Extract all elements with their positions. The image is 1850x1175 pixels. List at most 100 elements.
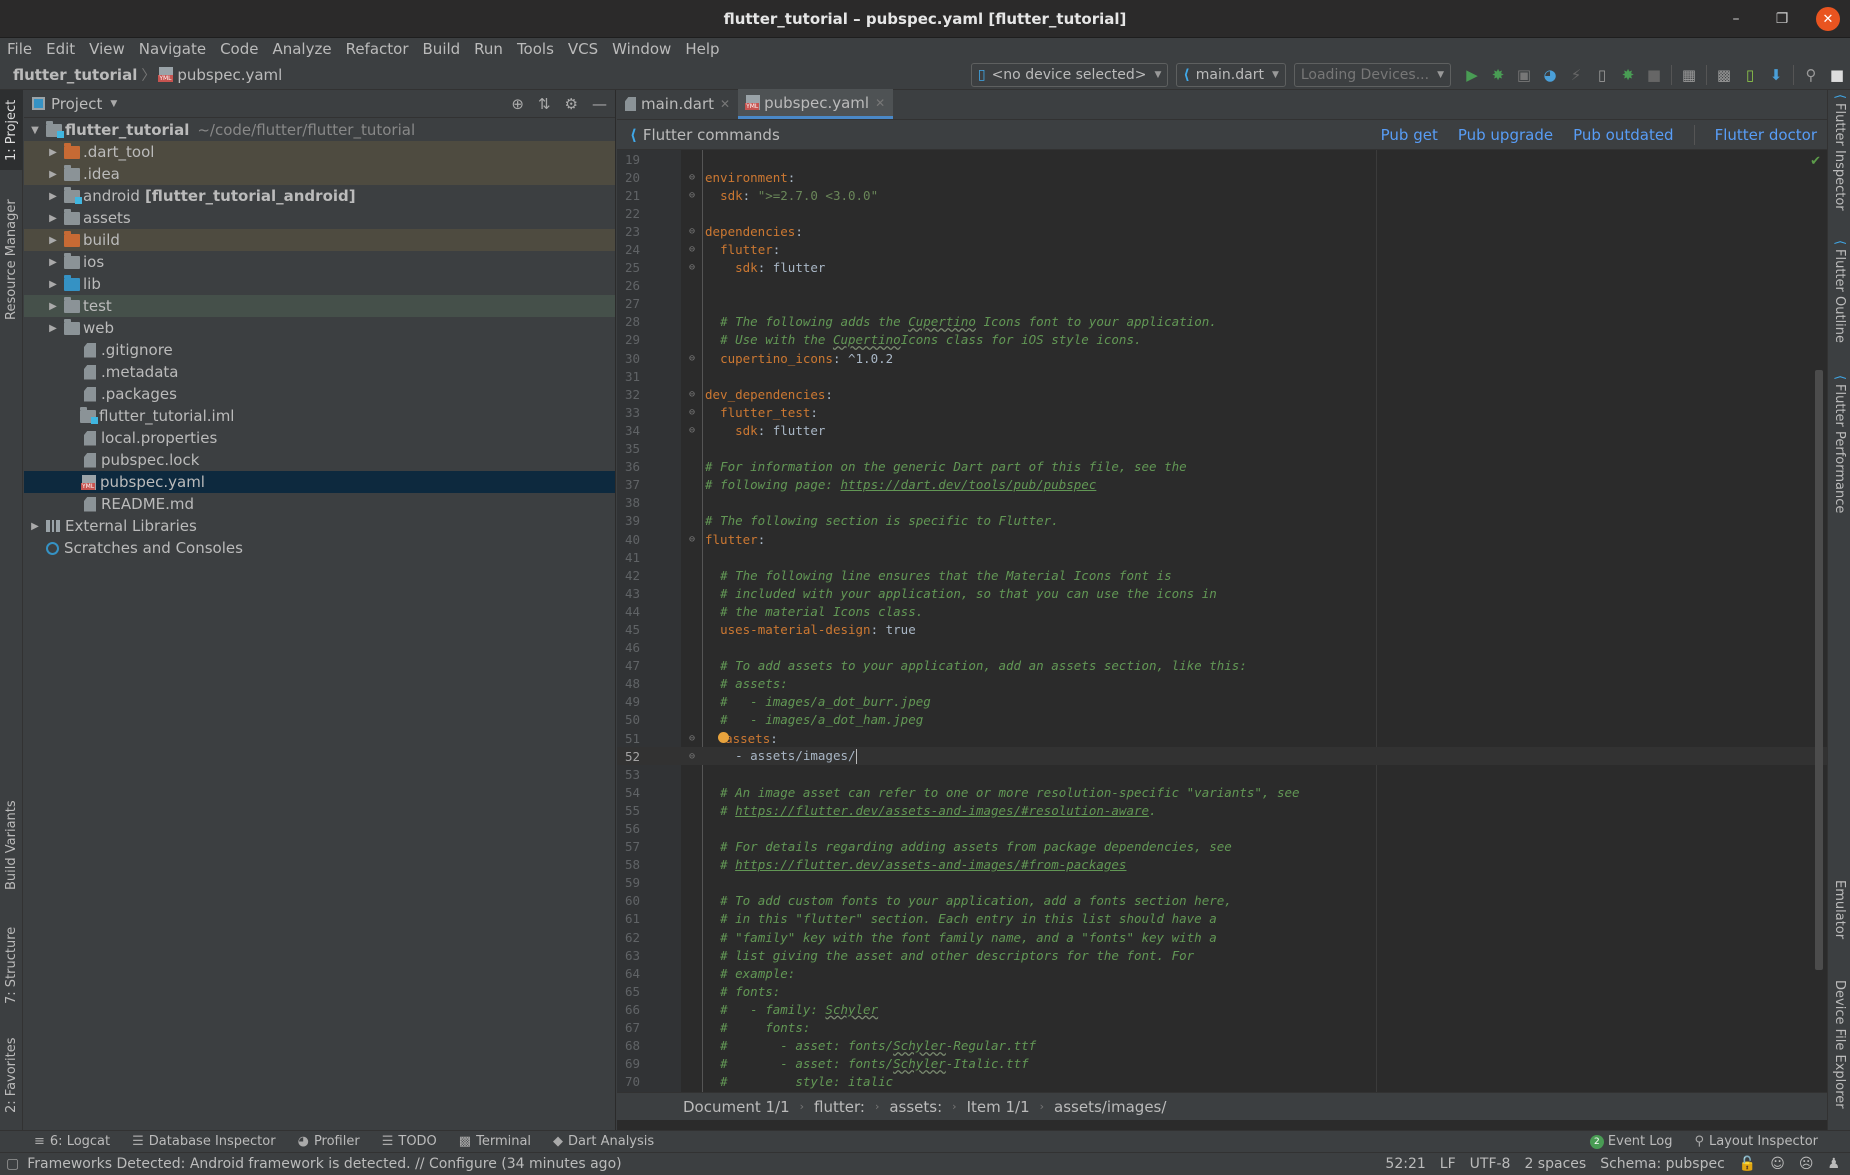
- project-structure-icon[interactable]: ▦: [1676, 63, 1702, 87]
- tree-item[interactable]: .gitignore: [24, 339, 615, 361]
- json-schema[interactable]: Schema: pubspec: [1600, 1156, 1725, 1172]
- close-icon[interactable]: ✕: [1816, 7, 1840, 31]
- editor-crumb[interactable]: Item 1/1: [967, 1098, 1030, 1116]
- menu-analyze[interactable]: Analyze: [272, 40, 331, 58]
- fold-start-icon[interactable]: ⊖: [681, 534, 703, 545]
- tree-item[interactable]: local.properties: [24, 427, 615, 449]
- code-line[interactable]: 30 ⊖ cupertino_icons: ^1.0.2: [617, 349, 1827, 367]
- code-line[interactable]: 41: [617, 548, 1827, 566]
- menu-window[interactable]: Window: [612, 40, 671, 58]
- pub-upgrade-link[interactable]: Pub upgrade: [1458, 126, 1553, 144]
- device-manager-icon[interactable]: ▯: [1737, 63, 1763, 87]
- run-icon[interactable]: ▶: [1459, 63, 1485, 87]
- tool-layout-inspector[interactable]: ⚲ Layout Inspector: [1695, 1134, 1819, 1149]
- collapse-arrow-icon[interactable]: ▶: [46, 191, 60, 202]
- editor-crumb[interactable]: Document 1/1: [683, 1098, 790, 1116]
- tree-external-libraries[interactable]: ▶ External Libraries: [24, 515, 615, 537]
- tree-item[interactable]: ▶ .dart_tool: [24, 141, 615, 163]
- tool-tab-flutter-outline[interactable]: ⟨ Flutter Outline: [1828, 240, 1850, 360]
- fold-start-icon[interactable]: ⊖: [681, 389, 703, 400]
- tool-tab-flutter-inspector[interactable]: ⟨ Flutter Inspector: [1828, 94, 1850, 224]
- collapse-arrow-icon[interactable]: ▶: [46, 213, 60, 224]
- menu-code[interactable]: Code: [220, 40, 258, 58]
- code-line[interactable]: 67 # fonts:: [617, 1019, 1827, 1037]
- editor-crumb[interactable]: flutter:: [814, 1098, 865, 1116]
- debug-attach-icon[interactable]: ✸: [1615, 63, 1641, 87]
- code-line[interactable]: 28 # The following adds the Cupertino Ic…: [617, 313, 1827, 331]
- code-line[interactable]: 38: [617, 494, 1827, 512]
- toggle-tool-windows-icon[interactable]: ▢: [6, 1156, 19, 1172]
- code-line[interactable]: 44 # the material Icons class.: [617, 602, 1827, 620]
- code-line[interactable]: 69 # - asset: fonts/Schyler-Italic.ttf: [617, 1055, 1827, 1073]
- code-line[interactable]: 47 # To add assets to your application, …: [617, 657, 1827, 675]
- collapse-arrow-icon[interactable]: ▶: [46, 279, 60, 290]
- breadcrumb-project[interactable]: flutter_tutorial: [13, 66, 137, 84]
- attach-debugger-icon[interactable]: ▯: [1589, 63, 1615, 87]
- minimize-icon[interactable]: –: [1724, 7, 1748, 31]
- code-line[interactable]: 19: [617, 150, 1827, 168]
- gear-icon[interactable]: ⚙: [565, 95, 578, 113]
- caret-position[interactable]: 52:21: [1385, 1156, 1425, 1172]
- menu-tools[interactable]: Tools: [517, 40, 554, 58]
- tool-tab-favorites[interactable]: 2: Favorites: [0, 1030, 23, 1120]
- code-line[interactable]: 23 ⊖ dependencies:: [617, 222, 1827, 240]
- code-line[interactable]: 59: [617, 874, 1827, 892]
- code-line[interactable]: 51 ⊖ assets:: [617, 729, 1827, 747]
- tool-database-inspector[interactable]: ☰ Database Inspector: [132, 1134, 275, 1149]
- code-line[interactable]: 21 ⊖ sdk: ">=2.7.0 <3.0.0": [617, 186, 1827, 204]
- code-line[interactable]: 33 ⊖ flutter_test:: [617, 403, 1827, 421]
- hot-reload-icon[interactable]: ⚡: [1563, 63, 1589, 87]
- code-line[interactable]: 66 # - family: Schyler: [617, 1000, 1827, 1018]
- code-line[interactable]: 39 # The following section is specific to…: [617, 512, 1827, 530]
- restore-icon[interactable]: ❐: [1770, 7, 1794, 31]
- devices-selector[interactable]: Loading Devices... ▼: [1293, 63, 1451, 87]
- pub-outdated-link[interactable]: Pub outdated: [1573, 126, 1674, 144]
- tool-tab-emulator[interactable]: Emulator: [1828, 880, 1850, 970]
- project-view-selector[interactable]: Project: [51, 95, 102, 113]
- collapse-arrow-icon[interactable]: ▶: [46, 147, 60, 158]
- menu-file[interactable]: File: [7, 40, 32, 58]
- code-line[interactable]: 58 # https://flutter.dev/assets-and-imag…: [617, 856, 1827, 874]
- code-line[interactable]: 61 # in this "flutter" section. Each ent…: [617, 910, 1827, 928]
- fold-start-icon[interactable]: ⊖: [681, 172, 703, 183]
- tool-todo[interactable]: ☰ TODO: [382, 1134, 437, 1149]
- vertical-scrollbar[interactable]: [1815, 370, 1823, 970]
- menu-help[interactable]: Help: [685, 40, 719, 58]
- tree-item-selected[interactable]: pubspec.yaml: [24, 471, 615, 493]
- device-selector[interactable]: ▯ <no device selected> ▼: [970, 63, 1169, 87]
- indent-setting[interactable]: 2 spaces: [1524, 1156, 1586, 1172]
- code-line[interactable]: 50 # - images/a_dot_ham.jpeg: [617, 711, 1827, 729]
- code-line[interactable]: 49 # - images/a_dot_burr.jpeg: [617, 693, 1827, 711]
- tool-tab-flutter-performance[interactable]: ⟨ Flutter Performance: [1828, 375, 1850, 525]
- profile-icon[interactable]: ◕: [1537, 63, 1563, 87]
- close-tab-icon[interactable]: ✕: [875, 96, 885, 110]
- fold-end-icon[interactable]: ⊖: [681, 425, 703, 436]
- run-config-selector[interactable]: ⟨ main.dart ▼: [1176, 63, 1286, 87]
- collapse-arrow-icon[interactable]: ▶: [46, 323, 60, 334]
- code-line[interactable]: 26: [617, 277, 1827, 295]
- sad-feedback-icon[interactable]: ☹: [1799, 1156, 1814, 1172]
- search-icon[interactable]: ⚲: [1798, 63, 1824, 87]
- code-line[interactable]: 32 ⊖ dev_dependencies:: [617, 385, 1827, 403]
- code-line[interactable]: 63 # list giving the asset and other des…: [617, 946, 1827, 964]
- tool-tab-resource-manager[interactable]: Resource Manager: [0, 190, 23, 330]
- code-line[interactable]: 40 ⊖ flutter:: [617, 530, 1827, 548]
- tree-item[interactable]: .metadata: [24, 361, 615, 383]
- happy-feedback-icon[interactable]: ☺: [1770, 1156, 1785, 1172]
- code-line[interactable]: 70 # style: italic: [617, 1073, 1827, 1091]
- tree-scratches[interactable]: Scratches and Consoles: [24, 537, 615, 559]
- menu-edit[interactable]: Edit: [46, 40, 75, 58]
- menu-view[interactable]: View: [89, 40, 125, 58]
- tree-item[interactable]: ▶ build: [24, 229, 615, 251]
- code-line[interactable]: 62 # "family" key with the font family n…: [617, 928, 1827, 946]
- collapse-all-icon[interactable]: ⇅: [538, 95, 551, 113]
- inspector-hat-icon[interactable]: ♟: [1827, 1156, 1840, 1172]
- account-icon[interactable]: ■: [1824, 63, 1850, 87]
- sdk-manager-icon[interactable]: ⬇: [1763, 63, 1789, 87]
- breadcrumb-file[interactable]: pubspec.yaml: [177, 66, 282, 84]
- tree-item[interactable]: ▶ .idea: [24, 163, 615, 185]
- code-line[interactable]: 43 # included with your application, so …: [617, 584, 1827, 602]
- collapse-arrow-icon[interactable]: ▶: [46, 257, 60, 268]
- code-line[interactable]: 64 # example:: [617, 964, 1827, 982]
- tab-pubspec-yaml[interactable]: pubspec.yaml ✕: [738, 89, 894, 119]
